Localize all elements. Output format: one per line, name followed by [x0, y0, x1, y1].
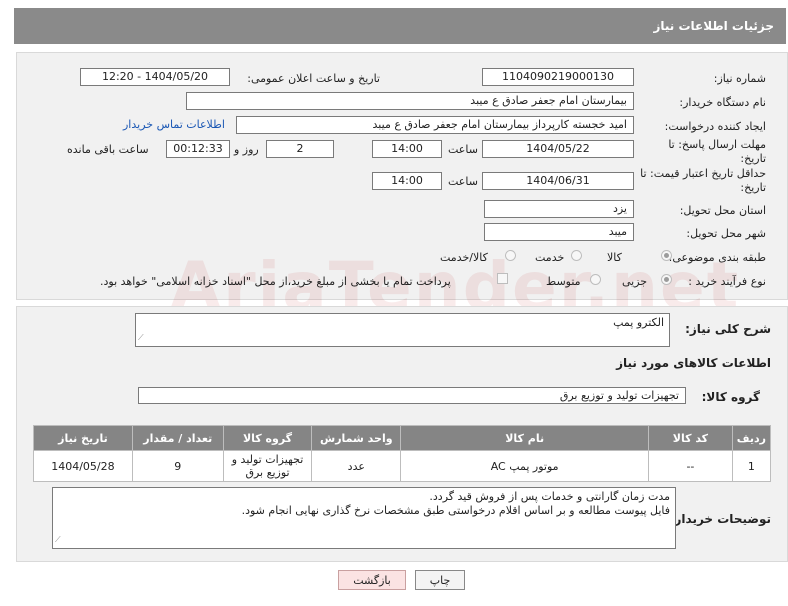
days-label: روز و	[234, 143, 259, 156]
col-item-name: نام کالا	[400, 425, 650, 451]
need-number-label: شماره نیاز:	[713, 72, 766, 85]
price-time-label: ساعت	[448, 175, 478, 188]
col-item-code: کد کالا	[648, 425, 733, 451]
treasury-payment-checkbox[interactable]	[497, 273, 508, 284]
col-quantity: تعداد / مقدار	[131, 425, 224, 451]
buyer-org-label: نام دستگاه خریدار:	[679, 96, 766, 109]
back-button[interactable]: بازگشت	[338, 570, 406, 590]
creator-label: ایجاد کننده درخواست:	[664, 120, 766, 133]
reply-deadline-label: مهلت ارسال پاسخ: تا تاریخ:	[644, 138, 766, 166]
buyer-notes-label: توضیحات خریدار:	[669, 512, 771, 526]
buyer-notes-field: مدت زمان گارانتی و خدمات پس از فروش قید …	[52, 487, 676, 549]
process-radio-medium[interactable]	[590, 274, 601, 285]
time-remaining-field: 00:12:33	[166, 140, 230, 158]
price-time-field: 14:00	[372, 172, 442, 190]
cell-item-name: موتور پمپ AC	[400, 450, 650, 482]
goods-table-header: ردیف کد کالا نام کالا واحد شمارش گروه کا…	[33, 425, 772, 451]
creator-field: امید خجسته کارپرداز بیمارستان امام جعفر …	[236, 116, 634, 134]
province-field: یزد	[484, 200, 634, 218]
cell-row-number: 1	[731, 450, 772, 482]
goods-table: ردیف کد کالا نام کالا واحد شمارش گروه کا…	[33, 425, 772, 482]
goods-info-title: اطلاعات کالاهای مورد نیاز	[616, 356, 771, 370]
summary-field: الکترو پمپ ⟋	[135, 313, 670, 347]
city-label: شهر محل تحویل:	[686, 227, 766, 240]
print-button[interactable]: چاپ	[415, 570, 465, 590]
page-title: جزئیات اطلاعات نیاز	[653, 19, 774, 33]
col-goods-group: گروه کالا	[222, 425, 313, 451]
days-remaining-field: 2	[266, 140, 334, 158]
city-field: میبد	[484, 223, 634, 241]
notes-resize-handle-icon[interactable]: ⟋	[55, 533, 61, 547]
process-option-partial: جزیی	[622, 275, 648, 288]
need-number-field: 1104090219000130	[482, 68, 634, 86]
col-need-date: تاریخ نیاز	[33, 425, 133, 451]
buyer-notes-line-1: مدت زمان گارانتی و خدمات پس از فروش قید …	[429, 490, 670, 503]
announce-label: تاریخ و ساعت اعلان عمومی:	[247, 72, 380, 85]
buyer-notes-line-2: فایل پیوست مطالعه و بر اساس اقلام درخواس…	[241, 504, 670, 517]
cell-goods-group: تجهیزات تولید و توزیع برق	[222, 450, 313, 482]
category-option-goods-service: کالا/خدمت	[440, 251, 488, 264]
province-label: استان محل تحویل:	[679, 204, 766, 217]
category-option-service: خدمت	[535, 251, 565, 264]
price-date-field: 1404/06/31	[482, 172, 634, 190]
reply-deadline-label-text: مهلت ارسال پاسخ: تا تاریخ:	[668, 138, 766, 165]
reply-time-field: 14:00	[372, 140, 442, 158]
process-radio-partial[interactable]	[661, 274, 672, 285]
resize-handle-icon[interactable]: ⟋	[138, 331, 144, 345]
table-row: 1 -- موتور پمپ AC عدد تجهیزات تولید و تو…	[33, 450, 772, 482]
price-validity-label-text: حداقل تاریخ اعتبار قیمت: تا تاریخ:	[640, 167, 766, 194]
cell-unit: عدد	[311, 450, 402, 482]
cell-quantity: 9	[131, 450, 224, 482]
summary-label: شرح کلی نیاز:	[685, 322, 771, 336]
price-validity-label: حداقل تاریخ اعتبار قیمت: تا تاریخ:	[616, 167, 766, 195]
page-header: جزئیات اطلاعات نیاز	[14, 8, 786, 44]
cell-item-code: --	[648, 450, 733, 482]
goods-group-field: تجهیزات تولید و توزیع برق	[138, 387, 686, 404]
cell-need-date: 1404/05/28	[33, 450, 133, 482]
summary-text: الکترو پمپ	[613, 316, 664, 329]
category-radio-goods[interactable]	[661, 250, 672, 261]
category-option-goods: کالا	[607, 251, 622, 264]
process-option-medium: متوسط	[546, 275, 581, 288]
time-remaining-label: ساعت باقی مانده	[67, 143, 149, 156]
col-unit: واحد شمارش	[311, 425, 402, 451]
announce-datetime-field: 1404/05/20 - 12:20	[80, 68, 230, 86]
category-radio-goods-service[interactable]	[505, 250, 516, 261]
process-type-label: نوع فرآیند خرید :	[688, 275, 766, 288]
category-radio-service[interactable]	[571, 250, 582, 261]
buyer-org-field: بیمارستان امام جعفر صادق ع میبد	[186, 92, 634, 110]
treasury-payment-note: پرداخت تمام یا بخشی از مبلغ خرید،از محل …	[100, 275, 451, 288]
buyer-contact-link[interactable]: اطلاعات تماس خریدار	[123, 118, 225, 131]
reply-date-field: 1404/05/22	[482, 140, 634, 158]
category-label: طبقه بندی موضوعی:	[668, 251, 766, 264]
reply-time-label: ساعت	[448, 143, 478, 156]
col-row-number: ردیف	[731, 425, 772, 451]
goods-group-label: گروه کالا:	[701, 390, 760, 404]
